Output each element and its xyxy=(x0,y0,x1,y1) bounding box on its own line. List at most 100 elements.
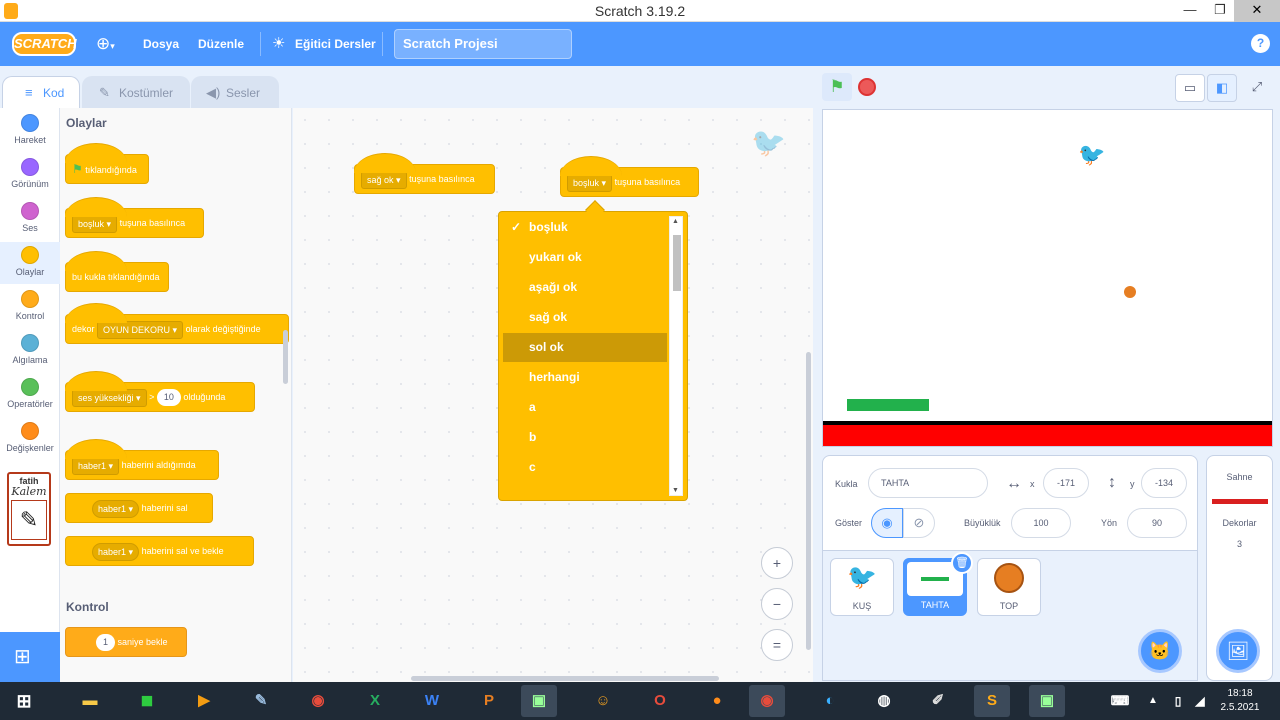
store-icon[interactable]: ◼ xyxy=(129,685,165,717)
direction-input[interactable]: 90 xyxy=(1127,508,1187,538)
tab-costumes[interactable]: ✎ Kostümler xyxy=(82,76,190,108)
wait-seconds-input[interactable]: 1 xyxy=(96,634,116,652)
stop-button[interactable] xyxy=(858,78,876,96)
dropdown-option[interactable]: a xyxy=(503,393,667,422)
script-key-pressed-block[interactable]: boşluk ▾ tuşuna basılınca xyxy=(560,156,699,197)
key-dropdown[interactable]: boşluk ▾ xyxy=(567,173,613,192)
when-key-pressed-block[interactable]: boşluk ▾ tuşuna basılınca xyxy=(65,197,204,238)
category-motion[interactable]: Hareket xyxy=(0,114,60,145)
excel-icon[interactable]: X xyxy=(357,685,393,717)
wait-block[interactable]: 1 saniye bekle xyxy=(65,627,187,657)
app-icon[interactable]: ▣ xyxy=(1029,685,1065,717)
loudness-input[interactable]: 10 xyxy=(156,389,181,407)
small-stage-button[interactable]: ▭ xyxy=(1175,74,1205,102)
minimize-icon[interactable]: — xyxy=(1175,0,1205,22)
dropdown-option[interactable]: c xyxy=(503,453,667,482)
hide-sprite-button[interactable]: ⊘ xyxy=(903,508,935,538)
script-vscrollbar[interactable] xyxy=(806,352,811,650)
green-flag-button[interactable]: ⚑ xyxy=(822,73,852,101)
dropdown-option[interactable]: b xyxy=(503,423,667,452)
category-operators[interactable]: Operatörler xyxy=(0,378,60,409)
dropdown-option[interactable]: aşağı ok xyxy=(503,273,667,302)
word-icon[interactable]: W xyxy=(414,685,450,717)
category-variables[interactable]: Değişkenler xyxy=(0,422,60,453)
start-icon[interactable]: ⊞ xyxy=(6,685,42,717)
category-looks[interactable]: Görünüm xyxy=(0,158,60,189)
fullscreen-button[interactable]: ⤢ xyxy=(1242,74,1272,102)
tray-arrow-icon[interactable]: ▲ xyxy=(1142,685,1164,717)
scratch-logo[interactable]: SCRATCH xyxy=(12,32,77,56)
dropdown-option[interactable]: herhangi xyxy=(503,363,667,392)
tab-code[interactable]: ≡ Kod xyxy=(2,76,80,109)
category-control[interactable]: Kontrol xyxy=(0,290,60,321)
keyboard-icon[interactable]: ⌨ xyxy=(1104,685,1136,717)
add-backdrop-button[interactable]: 🖼 xyxy=(1216,629,1260,673)
menu-file[interactable]: Dosya xyxy=(143,37,179,51)
delete-sprite-icon[interactable]: 🗑 xyxy=(951,552,973,574)
dropdown-option[interactable]: yukarı ok xyxy=(503,243,667,272)
key-dropdown[interactable]: boşluk ▾ xyxy=(72,214,118,233)
broadcast-and-wait-block[interactable]: haber1 ▾ haberini sal ve bekle xyxy=(65,536,254,566)
scratch-cat-icon[interactable]: ☺ xyxy=(585,685,621,717)
stage-canvas[interactable]: 🐦 xyxy=(822,109,1273,447)
dropdown-scrollbar[interactable]: ▲ ▼ xyxy=(669,216,683,496)
dropdown-option[interactable]: sağ ok xyxy=(503,303,667,332)
maximize-icon[interactable]: ❐ xyxy=(1205,0,1235,22)
message-dropdown[interactable]: haber1 ▾ xyxy=(92,499,140,518)
script-hscrollbar[interactable] xyxy=(411,676,719,681)
when-loudness-block[interactable]: ses yüksekliği ▾ > 10 olduğunda xyxy=(65,371,255,412)
paddle-sprite[interactable] xyxy=(847,399,929,411)
category-sensing[interactable]: Algılama xyxy=(0,334,60,365)
taskbar-clock[interactable]: 18:18 2.5.2021 xyxy=(1216,687,1264,715)
palette-scrollbar[interactable] xyxy=(283,330,288,384)
panda-icon[interactable]: ◍ xyxy=(866,685,902,717)
app-icon[interactable]: ▣ xyxy=(521,685,557,717)
sprite-thumb-ball[interactable]: TOP xyxy=(977,558,1041,616)
ball-sprite[interactable] xyxy=(1124,286,1136,298)
when-flag-clicked-block[interactable]: ⚑ tıklandığında xyxy=(65,143,149,184)
normal-stage-button[interactable]: ◧ xyxy=(1207,74,1237,102)
broadcast-block[interactable]: haber1 ▾ haberini sal xyxy=(65,493,213,523)
paint-icon[interactable]: ✎ xyxy=(243,685,279,717)
chrome-icon[interactable]: ◉ xyxy=(300,685,336,717)
category-sound[interactable]: Ses xyxy=(0,202,60,233)
x-input[interactable]: -171 xyxy=(1043,468,1089,498)
sprite-name-input[interactable]: TAHTA xyxy=(868,468,988,498)
show-sprite-button[interactable]: ◉ xyxy=(871,508,903,538)
when-sprite-clicked-block[interactable]: bu kukla tıklandığında xyxy=(65,251,169,292)
zoom-in-button[interactable]: + xyxy=(761,547,793,579)
globe-icon[interactable]: ⊕▾ xyxy=(96,34,115,54)
scratch-app-icon[interactable]: S xyxy=(974,685,1010,717)
edge-icon[interactable]: ◐ xyxy=(812,685,848,717)
y-input[interactable]: -134 xyxy=(1141,468,1187,498)
powerpoint-icon[interactable]: P xyxy=(471,685,507,717)
menu-tutorials[interactable]: Eğitici Dersler xyxy=(295,37,376,51)
extension-pen-logo[interactable]: fatih Kalem ✎ xyxy=(7,472,51,546)
message-dropdown[interactable]: haber1 ▾ xyxy=(92,542,140,561)
pen-tool-icon[interactable]: ✐ xyxy=(920,685,956,717)
opera-icon[interactable]: O xyxy=(642,685,678,717)
battery-icon[interactable]: ▯ xyxy=(1166,685,1190,717)
close-icon[interactable]: ✕ xyxy=(1234,0,1280,22)
when-backdrop-switches-block[interactable]: dekor OYUN DEKORU ▾ olarak değiştiğinde xyxy=(65,303,289,344)
menu-edit[interactable]: Düzenle xyxy=(198,37,244,51)
help-icon[interactable]: ? xyxy=(1251,34,1270,53)
bird-sprite[interactable]: 🐦 xyxy=(1078,142,1105,168)
sprite-thumb-bird[interactable]: 🐦 KUŞ xyxy=(830,558,894,616)
size-input[interactable]: 100 xyxy=(1011,508,1071,538)
chrome-icon[interactable]: ◉ xyxy=(749,685,785,717)
zoom-out-button[interactable]: − xyxy=(761,588,793,620)
video-icon[interactable]: ▶ xyxy=(186,685,222,717)
signal-icon[interactable]: ◢ xyxy=(1188,685,1212,717)
when-receive-block[interactable]: haber1 ▾ haberini aldığımda xyxy=(65,439,219,480)
loudness-dropdown[interactable]: ses yüksekliği ▾ xyxy=(72,388,147,407)
add-sprite-button[interactable]: 🐱 xyxy=(1138,629,1182,673)
script-key-pressed-block[interactable]: sağ ok ▾ tuşuna basılınca xyxy=(354,153,495,194)
explorer-icon[interactable]: ▬ xyxy=(72,685,108,717)
key-dropdown[interactable]: sağ ok ▾ xyxy=(361,170,407,189)
dropdown-option[interactable]: sol ok xyxy=(503,333,667,362)
project-title-input[interactable]: Scratch Projesi xyxy=(394,29,572,59)
dropdown-option[interactable]: ✓ boşluk xyxy=(503,213,667,242)
tab-sounds[interactable]: ◀) Sesler xyxy=(191,76,279,108)
zoom-reset-button[interactable]: = xyxy=(761,629,793,661)
